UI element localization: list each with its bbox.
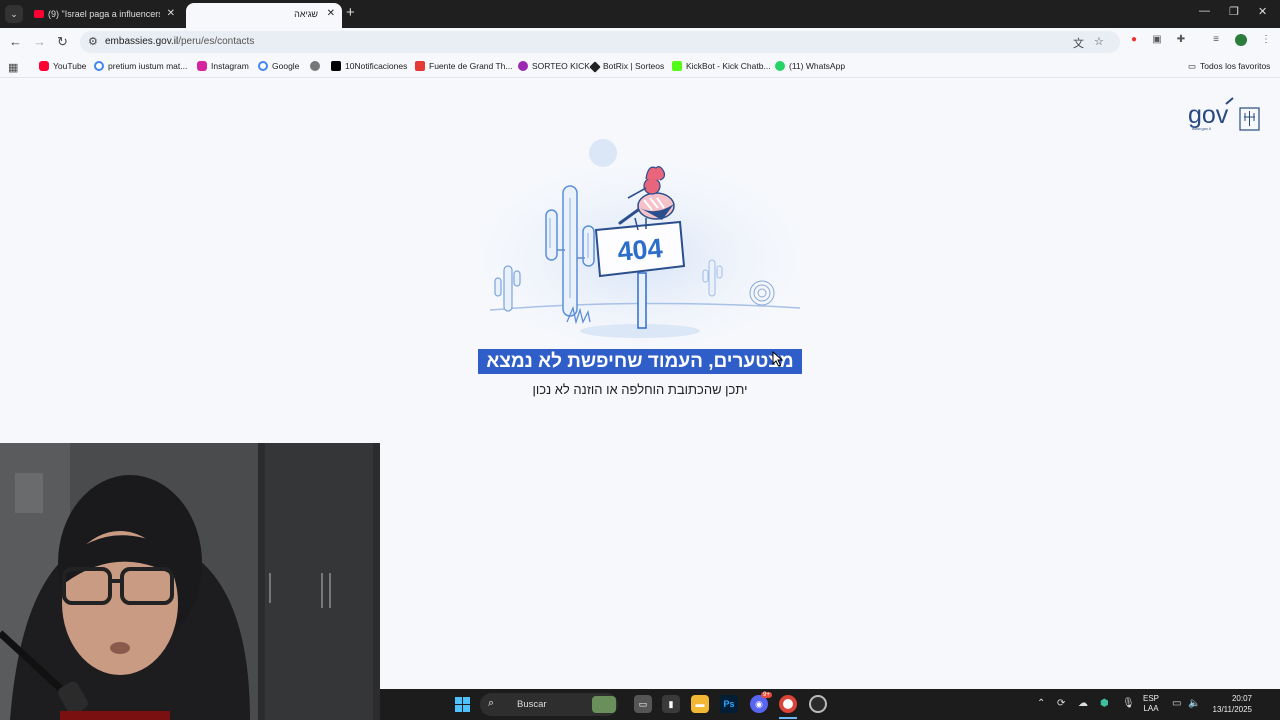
tab-title: (9) "Israel paga a influencers ha bbox=[48, 9, 160, 19]
bookmarks-bar: ▦ YouTube pretium iustum mat... Instagra… bbox=[0, 56, 1280, 78]
bookmark-kickbot[interactable]: KickBot - Kick Chatb... bbox=[672, 61, 771, 71]
file-explorer-icon[interactable]: ▬ bbox=[691, 695, 709, 713]
new-tab-button[interactable]: + bbox=[346, 5, 355, 21]
tab-title: שגיאה bbox=[294, 9, 318, 19]
bookmark-star-icon[interactable]: ☆ bbox=[1094, 35, 1104, 48]
reload-button[interactable]: ↻ bbox=[57, 34, 68, 50]
close-window-button[interactable]: ✕ bbox=[1258, 5, 1267, 18]
avatar[interactable] bbox=[1235, 34, 1247, 46]
mouse-cursor-icon bbox=[772, 351, 784, 367]
gov-il-logo[interactable]: gov www.gov.il bbox=[1186, 96, 1262, 134]
kick-icon bbox=[518, 61, 528, 71]
page-subtitle: יתכן שהכתובת הוחלפה או הוזנה לא נכון bbox=[532, 382, 748, 397]
youtube-icon bbox=[39, 61, 49, 71]
globe-icon bbox=[310, 61, 320, 71]
system-clock[interactable]: 20:07 13/11/2025 bbox=[1204, 693, 1252, 715]
bookmark-pretium[interactable]: pretium iustum mat... bbox=[94, 61, 187, 71]
active-app-indicator bbox=[779, 717, 797, 719]
app-icon[interactable] bbox=[809, 695, 827, 713]
close-icon[interactable]: ✕ bbox=[327, 3, 335, 25]
security-icon[interactable]: ⬢ bbox=[1100, 698, 1109, 709]
restore-button[interactable]: ❐ bbox=[1229, 5, 1239, 18]
bookmark-globe[interactable] bbox=[310, 61, 324, 71]
forward-button[interactable]: → bbox=[33, 34, 46, 49]
bookmark-youtube[interactable]: YouTube bbox=[39, 61, 86, 71]
error-code: 404 bbox=[616, 233, 664, 267]
bookmark-sorteo-kick[interactable]: SORTEO KICK bbox=[518, 61, 590, 71]
search-highlight-image bbox=[592, 696, 616, 713]
discord-badge: 9+ bbox=[761, 692, 772, 698]
logo-text: gov bbox=[1188, 101, 1229, 129]
menu-icon[interactable]: ⋮ bbox=[1260, 34, 1272, 46]
tab-error-page[interactable]: שגיאה ✕ bbox=[186, 3, 342, 28]
sync-icon[interactable]: ⟳ bbox=[1057, 698, 1065, 709]
navigation-bar: ← → ↻ ⚙ embassies.gov.il/peru/es/contact… bbox=[0, 28, 1280, 56]
moon-icon bbox=[589, 139, 617, 167]
whatsapp-icon bbox=[775, 61, 785, 71]
page-title: מצטערים, העמוד שחיפשת לא נמצא bbox=[486, 351, 794, 372]
404-illustration: 404 bbox=[470, 139, 810, 348]
folder-icon: ▭ bbox=[1188, 61, 1197, 71]
bookmark-fuente-gta[interactable]: Fuente de Grand Th... bbox=[415, 61, 512, 71]
extension-icon[interactable]: ● bbox=[1128, 34, 1140, 46]
windows-taskbar: ⌕ Buscar ▭ ▮ ▬ Ps ◉ 9+ ⌃ ⟳ ☁ ⬢ 🎙 ESP LAA… bbox=[380, 689, 1280, 720]
logo-sub: www.gov.il bbox=[1192, 126, 1211, 131]
headline-selection: מצטערים, העמוד שחיפשת לא נמצא bbox=[478, 349, 802, 374]
tab-search-button[interactable]: ⌄ bbox=[5, 5, 23, 23]
webcam-person-image bbox=[0, 443, 380, 720]
photoshop-icon[interactable]: Ps bbox=[720, 695, 738, 713]
kickbot-icon bbox=[672, 61, 682, 71]
language-indicator[interactable]: ESP LAA bbox=[1143, 694, 1159, 714]
font-icon bbox=[415, 61, 425, 71]
bookmark-google[interactable]: Google bbox=[258, 61, 299, 71]
bookmark-whatsapp[interactable]: (11) WhatsApp bbox=[775, 61, 845, 71]
microphone-icon[interactable]: 🎙 bbox=[1122, 698, 1135, 709]
404-sign: 404 bbox=[594, 220, 686, 278]
site-info-icon[interactable]: ⚙ bbox=[88, 35, 98, 48]
back-button[interactable]: ← bbox=[9, 34, 22, 49]
apps-icon[interactable]: ▦ bbox=[8, 61, 18, 74]
webcam-overlay bbox=[0, 443, 380, 720]
minimize-button[interactable]: — bbox=[1199, 5, 1210, 17]
taskbar-search[interactable]: ⌕ Buscar bbox=[480, 693, 618, 716]
task-view-icon[interactable]: ▭ bbox=[634, 695, 652, 713]
google-icon bbox=[258, 61, 268, 71]
address-bar[interactable]: ⚙ embassies.gov.il/peru/es/contacts 文 ☆ bbox=[80, 31, 1120, 53]
volume-icon[interactable]: 🔈 bbox=[1188, 698, 1200, 709]
tab-strip: ⌄ (9) "Israel paga a influencers ha ✕ שג… bbox=[0, 0, 1280, 28]
translate-icon[interactable]: 文 bbox=[1073, 35, 1084, 51]
bookmark-botrix[interactable]: BotRix | Sorteos bbox=[589, 61, 664, 73]
close-icon[interactable]: ✕ bbox=[167, 3, 175, 25]
windows-start-button[interactable] bbox=[455, 697, 470, 712]
x-icon bbox=[331, 61, 341, 71]
extensions-puzzle-icon[interactable]: ✚ bbox=[1175, 34, 1187, 46]
chrome-icon[interactable] bbox=[779, 695, 797, 713]
all-bookmarks-folder[interactable]: ▭ Todos los favoritos bbox=[1188, 61, 1270, 72]
bookmark-instagram[interactable]: Instagram bbox=[197, 61, 249, 71]
tab-youtube[interactable]: (9) "Israel paga a influencers ha ✕ bbox=[26, 3, 182, 28]
app-icon[interactable]: ▮ bbox=[662, 695, 680, 713]
search-icon: ⌕ bbox=[488, 697, 495, 709]
google-icon bbox=[94, 61, 104, 71]
bookmark-10notificaciones[interactable]: 10Notificaciones bbox=[331, 61, 407, 71]
extension-icon[interactable]: ▣ bbox=[1151, 34, 1163, 46]
show-hidden-icons-icon[interactable]: ⌃ bbox=[1037, 698, 1045, 709]
youtube-icon bbox=[34, 10, 44, 18]
botrix-icon bbox=[589, 61, 601, 73]
media-control-icon[interactable]: ≡ bbox=[1210, 34, 1222, 46]
network-icon[interactable]: ▭ bbox=[1172, 698, 1181, 709]
onedrive-cloud-icon[interactable]: ☁ bbox=[1078, 698, 1088, 709]
url-text[interactable]: embassies.gov.il/peru/es/contacts bbox=[105, 36, 254, 47]
instagram-icon bbox=[197, 61, 207, 71]
